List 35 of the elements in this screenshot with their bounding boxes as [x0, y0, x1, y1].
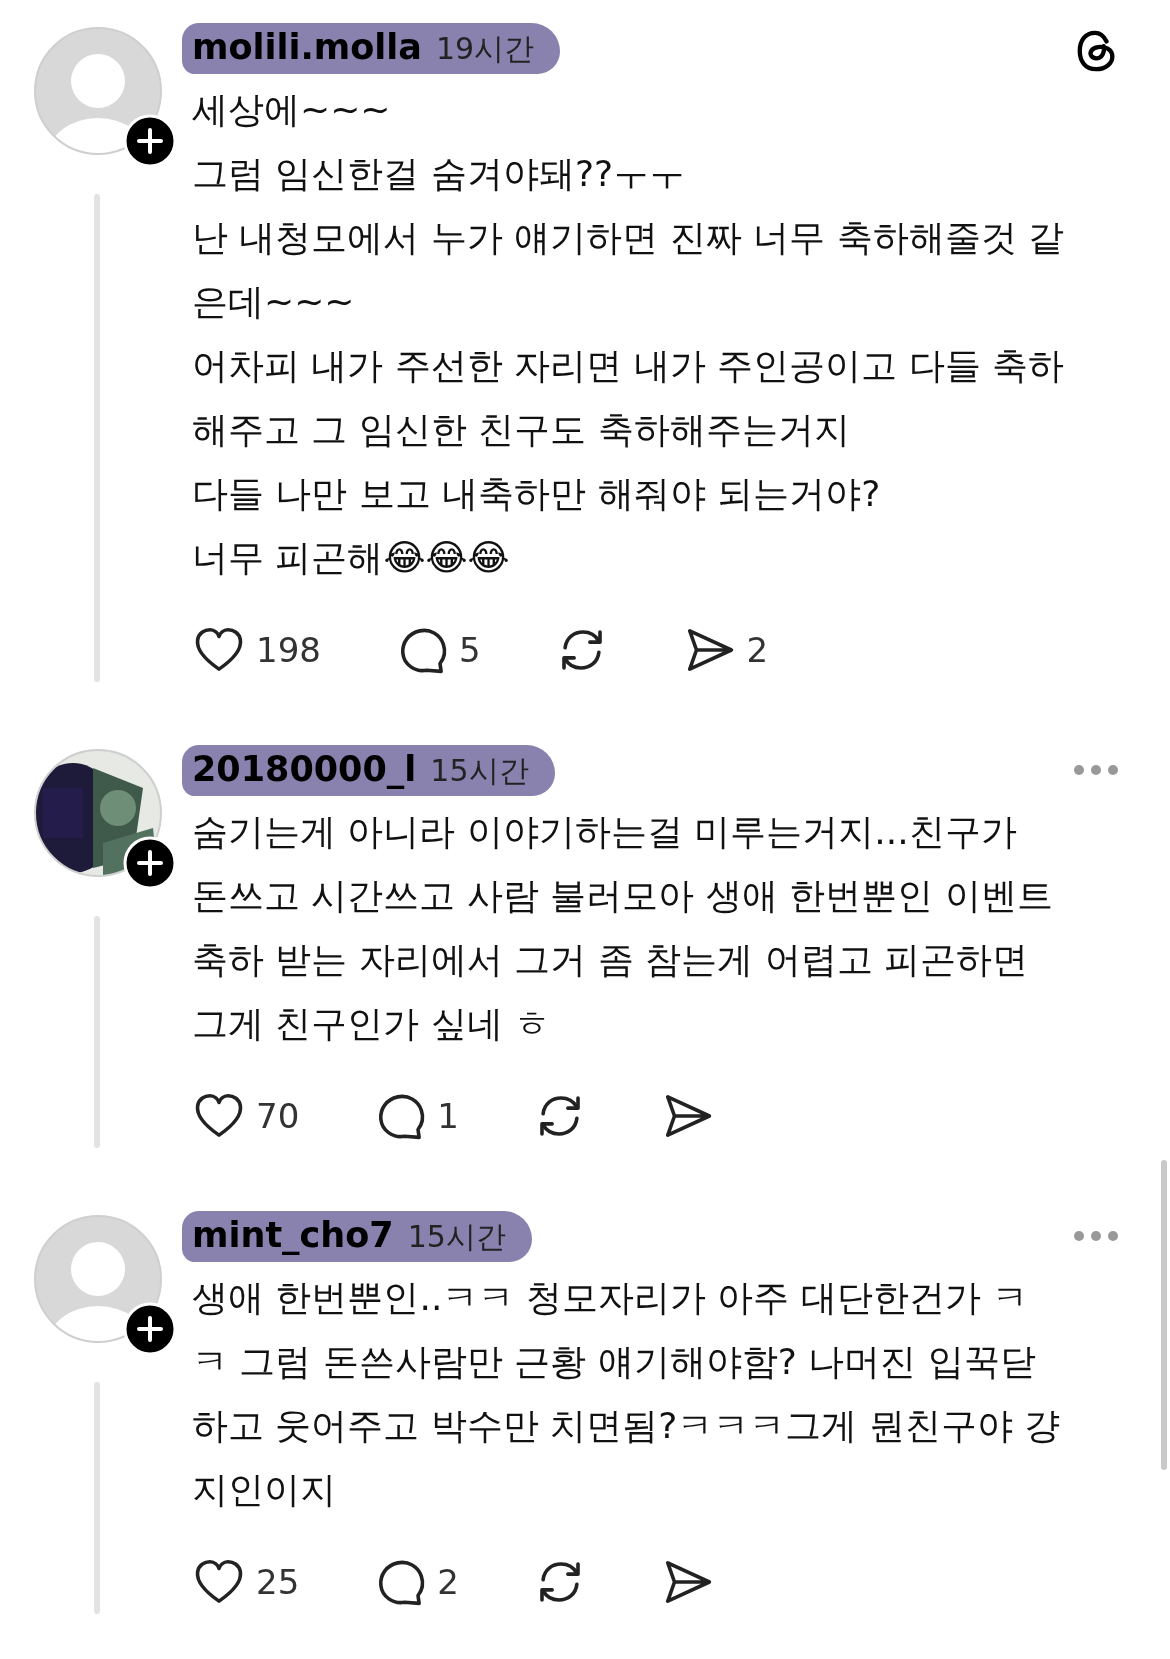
more-icon[interactable] — [1072, 1229, 1120, 1243]
comment-text: 숨기는게 아니라 이야기하는걸 미루는거지...친구가 — [192, 810, 1018, 854]
comment-text: 어차피 내가 주선한 자리면 내가 주인공이고 다들 축하 — [192, 344, 1066, 388]
comment-text: 하고 웃어주고 박수만 치면됨?ㅋㅋㅋ그게 뭔친구야 걍 — [192, 1404, 1062, 1448]
comment-text: 다들 나만 보고 내축하만 해줘야 되는거야? — [192, 472, 882, 516]
timestamp: 15시간 — [407, 1217, 506, 1256]
action-count: 70 — [256, 1096, 300, 1136]
username[interactable]: molili.molla — [192, 26, 422, 67]
username[interactable]: mint_cho7 — [192, 1214, 394, 1255]
more-icon[interactable] — [1072, 763, 1120, 777]
action-count: 25 — [256, 1562, 300, 1602]
timestamp: 15시간 — [430, 751, 529, 790]
action-count: 5 — [458, 630, 481, 670]
comment-text: 너무 피곤해😂😂😂 — [192, 536, 511, 580]
username[interactable]: 20180000_l — [192, 748, 417, 789]
follow-plus-icon[interactable] — [123, 1302, 177, 1356]
comment-text: ㅋ 그럼 돈쓴사람만 근황 얘기해야함? 나머진 입꾹닫 — [192, 1340, 1037, 1384]
action-count: 198 — [256, 630, 321, 670]
comment-text: 돈쓰고 시간쓰고 사람 불러모아 생애 한번뿐인 이벤트 — [192, 874, 1054, 918]
action-count: 2 — [437, 1562, 459, 1602]
action-count: 2 — [746, 630, 769, 670]
comment-text: 세상에~~~ — [192, 88, 392, 132]
comment-text: 그럼 임신한걸 숨겨야돼??ㅜㅜ — [192, 152, 687, 196]
comment-text: 지인이지 — [192, 1468, 337, 1512]
scrollbar[interactable] — [1161, 1160, 1167, 1470]
comment-text: 해주고 그 임신한 친구도 축하해주는거지 — [192, 408, 851, 452]
comment-text: 생애 한번뿐인..ㅋㅋ 청모자리가 아주 대단한건가 ㅋ — [192, 1276, 1030, 1320]
comment-text: 은데~~~ — [192, 280, 356, 324]
follow-plus-icon[interactable] — [123, 114, 177, 168]
follow-plus-icon[interactable] — [123, 836, 177, 890]
action-count: 1 — [437, 1096, 459, 1136]
timestamp: 19시간 — [435, 29, 535, 68]
comment-text: 난 내청모에서 누가 얘기하면 진짜 너무 축하해줄것 같 — [192, 216, 1066, 260]
comment-text: 축하 받는 자리에서 그거 좀 참는게 어렵고 피곤하면 — [192, 938, 1030, 982]
comment-text: 그게 친구인가 싶네 ㅎ — [192, 1002, 552, 1046]
